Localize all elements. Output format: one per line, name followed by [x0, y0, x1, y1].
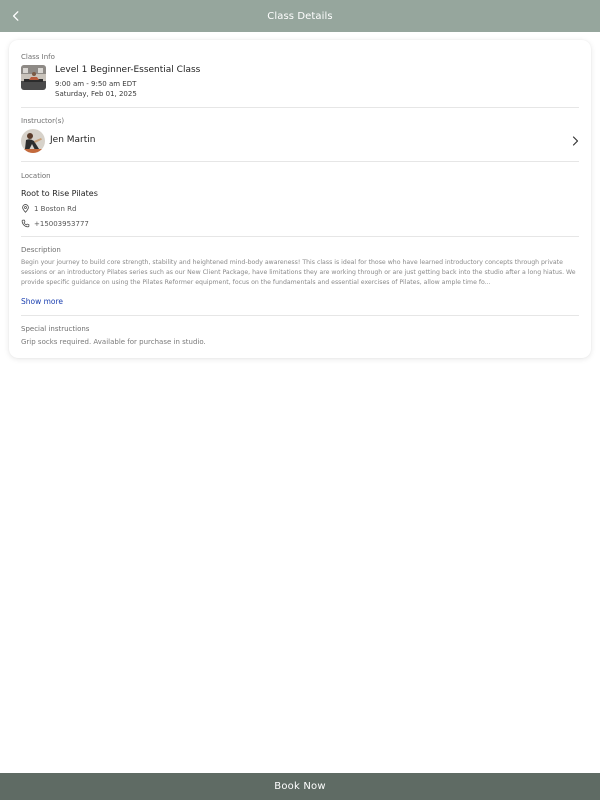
instructors-label: Instructor(s): [21, 117, 65, 125]
page-title: Class Details: [267, 10, 333, 22]
avatar: [21, 129, 45, 153]
chevron-right-icon: [572, 136, 579, 146]
instructor-row[interactable]: Jen Martin: [21, 127, 581, 155]
class-time: 9:00 am - 9:50 am EDT: [55, 80, 137, 88]
header-bar: Class Details: [0, 0, 600, 32]
chevron-left-icon: [12, 11, 19, 21]
instructor-name: Jen Martin: [50, 135, 96, 145]
divider: [21, 161, 579, 162]
divider: [21, 107, 579, 108]
class-thumbnail: [21, 65, 46, 90]
class-date: Saturday, Feb 01, 2025: [55, 90, 137, 98]
location-name: Root to Rise Pilates: [21, 189, 98, 198]
location-address: 1 Boston Rd: [21, 204, 76, 213]
book-now-button[interactable]: Book Now: [0, 773, 600, 800]
book-now-label: Book Now: [274, 781, 326, 792]
phone-icon: [21, 219, 30, 228]
description-label: Description: [21, 246, 61, 254]
description-text: Begin your journey to build core strengt…: [21, 259, 576, 286]
divider: [21, 236, 579, 237]
back-button[interactable]: [4, 4, 28, 28]
divider: [21, 315, 579, 316]
special-instructions-text: Grip socks required. Available for purch…: [21, 338, 206, 346]
phone-text: +15003953777: [34, 219, 89, 228]
class-title: Level 1 Beginner-Essential Class: [55, 65, 201, 75]
special-instructions-label: Special instructions: [21, 325, 90, 333]
location-label: Location: [21, 172, 51, 180]
location-phone[interactable]: +15003953777: [21, 219, 89, 228]
class-info-label: Class Info: [21, 53, 55, 61]
map-pin-icon: [21, 204, 30, 213]
address-text: 1 Boston Rd: [34, 204, 77, 213]
show-more-link[interactable]: Show more: [21, 297, 63, 306]
class-details-card: Class Info Level 1 Beginner-Essential Cl…: [9, 40, 591, 358]
